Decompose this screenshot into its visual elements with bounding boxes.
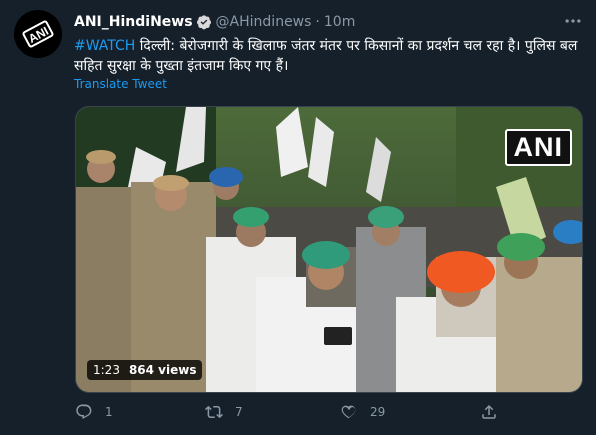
reply-button[interactable]: 1 [75, 400, 113, 424]
video-views: 864 views [128, 363, 197, 377]
video-duration: 1:23 [93, 363, 120, 377]
tweet-time[interactable]: 10m [324, 14, 355, 30]
reply-icon [76, 404, 92, 419]
reply-count: 1 [105, 405, 113, 419]
like-button[interactable]: 29 [340, 400, 385, 424]
tweet-text: #WATCH दिल्ली: बेरोजगारी के खिलाफ जंतर म… [74, 36, 579, 76]
retweet-icon [205, 405, 223, 419]
hashtag-link[interactable]: #WATCH [74, 38, 135, 54]
ani-avatar-icon: ANI [14, 10, 62, 58]
like-count: 29 [370, 405, 386, 419]
separator-dot: · [315, 14, 320, 30]
video-info-badge: 1:23 864 views [87, 360, 203, 380]
retweet-count: 7 [235, 405, 243, 419]
avatar[interactable]: ANI [14, 10, 62, 58]
tweet-body: दिल्ली: बेरोजगारी के खिलाफ जंतर मंतर पर … [74, 38, 578, 74]
ani-watermark: ANI [504, 129, 572, 166]
like-icon [341, 405, 356, 419]
tweet-actions: 1 7 29 [75, 400, 545, 424]
author-handle[interactable]: @AHindinews [216, 14, 312, 30]
author-name[interactable]: ANI_HindiNews [74, 14, 193, 30]
verified-badge-icon [196, 14, 212, 30]
tweet-header: ANI_HindiNews @AHindinews · 10m [74, 11, 576, 33]
translate-tweet-link[interactable]: Translate Tweet [74, 77, 167, 91]
video-player[interactable]: ANI 1:23 864 views [75, 106, 583, 393]
more-icon[interactable] [560, 10, 586, 32]
retweet-button[interactable]: 7 [205, 400, 243, 424]
share-button[interactable] [480, 400, 510, 424]
share-icon [482, 404, 496, 419]
